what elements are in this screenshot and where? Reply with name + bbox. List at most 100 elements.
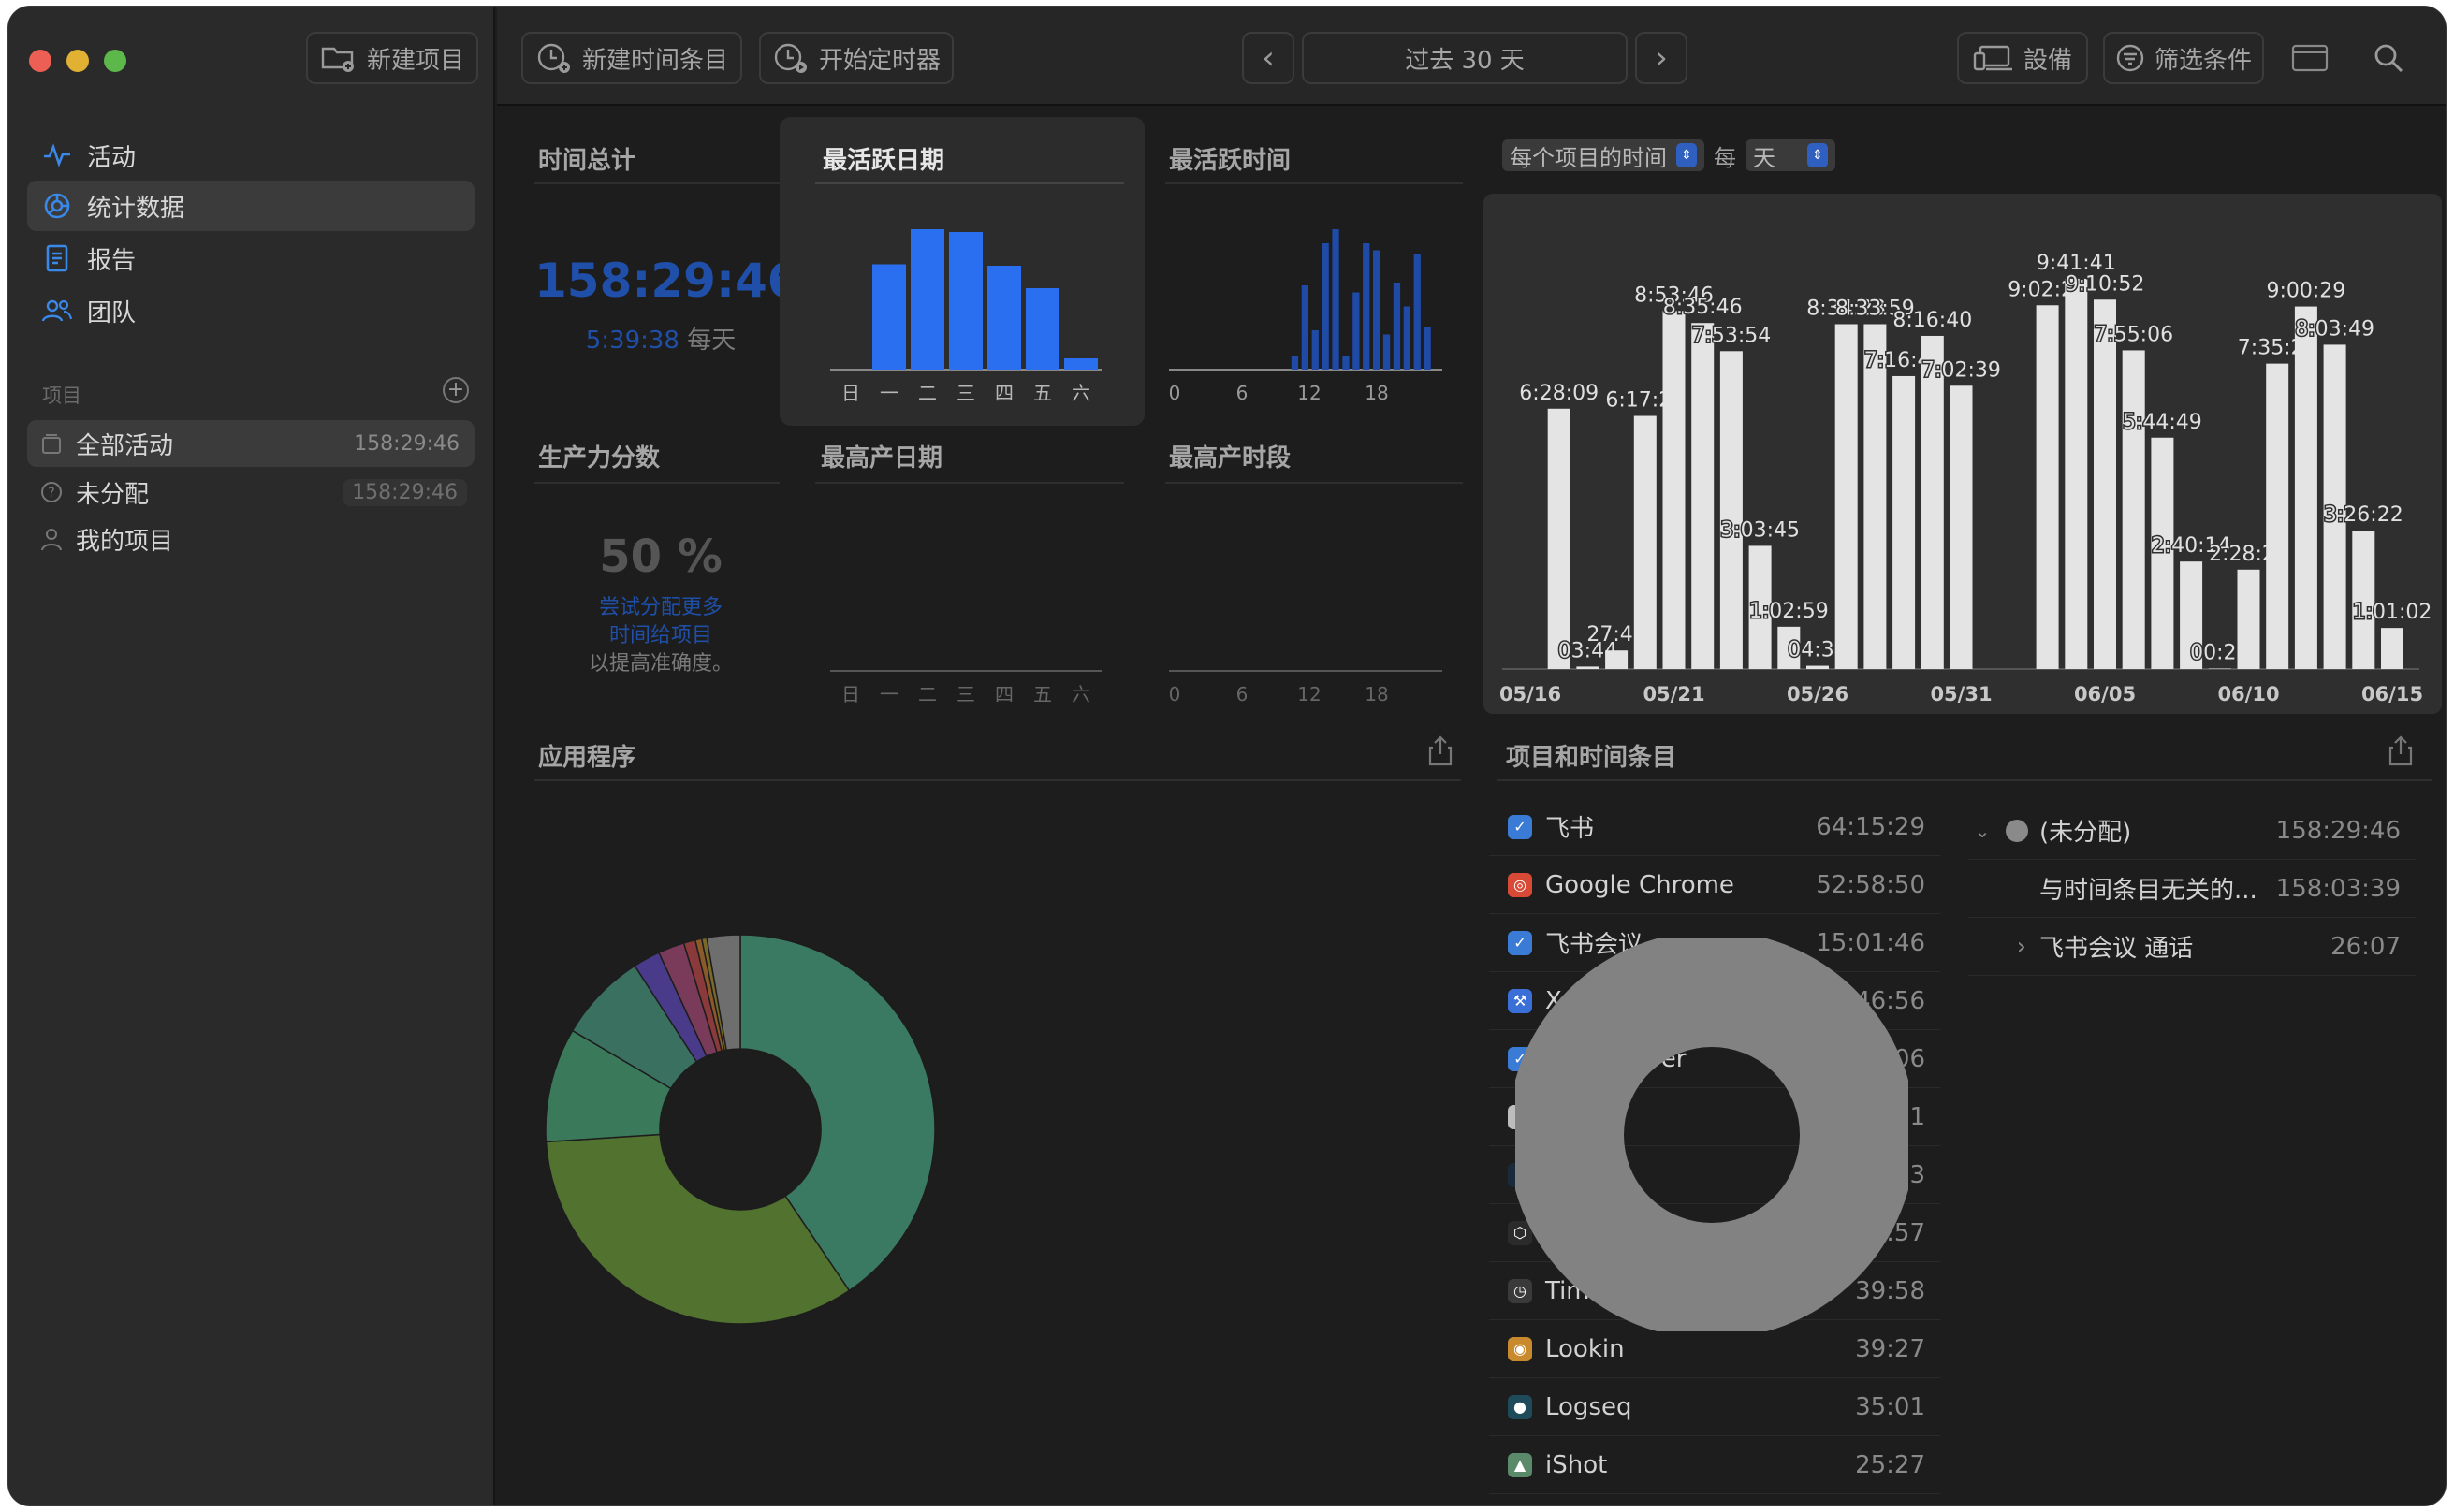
sidebar-item-unassigned[interactable]: ? 未分配 158:29:46 [27, 469, 475, 516]
app-row[interactable]: ◎ Google Chrome 52:58:50 [1489, 856, 1940, 914]
activity-icon [40, 143, 74, 167]
date-bar[interactable] [2036, 305, 2059, 669]
date-bar[interactable] [1547, 408, 1570, 669]
date-range-label: 过去 30 天 [1405, 46, 1525, 75]
weekday-bar [1064, 358, 1098, 370]
sidebar-item-my-projects[interactable]: 我的项目 [27, 516, 475, 562]
prev-range-button[interactable]: ‹ [1242, 32, 1294, 84]
project-time: 158:29:46 [354, 431, 460, 456]
weekday-tick-label: 五 [1033, 382, 1052, 404]
weekday-tick-label: 二 [918, 382, 937, 404]
sidebar-item-team[interactable]: 团队 [27, 285, 475, 336]
sidebar-item-stats[interactable]: 统计数据 [27, 181, 475, 231]
sidebar-item-all-activity[interactable]: 全部活动 158:29:46 [27, 420, 475, 467]
add-project-icon[interactable]: + [443, 377, 469, 403]
app-pie-slice[interactable] [545, 1133, 851, 1325]
date-bar[interactable] [2266, 363, 2289, 669]
stats-icon [40, 192, 74, 220]
weekday-tick-label: 四 [995, 683, 1014, 705]
project-row-unassigned[interactable]: ⌄ (未分配) 158:29:46 [1968, 802, 2416, 860]
per-label: 每 [1714, 144, 1736, 171]
project-row-unrelated[interactable]: 与时间条目无关的... 158:03:39 [1968, 860, 2416, 918]
date-bar[interactable] [1834, 324, 1858, 669]
date-bar[interactable] [1691, 323, 1715, 669]
share-icon[interactable] [1427, 734, 1453, 770]
bar-value-label: 7:55:06 [2094, 323, 2173, 346]
new-project-button[interactable]: 新建项目 [306, 32, 478, 84]
app-icon: ▲ [1508, 1452, 1532, 1477]
date-bar[interactable] [1806, 665, 1829, 669]
date-bar[interactable] [1633, 415, 1657, 669]
unit-select[interactable]: 天 ⇕ [1746, 139, 1835, 171]
most-active-day-card[interactable]: 最活跃日期 日一二三四五六 [780, 117, 1145, 426]
date-bar[interactable] [1950, 385, 1973, 669]
date-bar[interactable] [2094, 299, 2116, 669]
select-stepper-icon: ⇕ [1807, 143, 1828, 167]
project-name: 飞书会议 通话 [2039, 935, 2194, 963]
project-time: 158:29:46 [2275, 816, 2401, 845]
hour-tick-label: 0 [1169, 683, 1180, 705]
date-bar[interactable] [1719, 351, 1743, 669]
app-name: Lookin [1545, 1334, 1625, 1363]
total-time-value: 158:29:46 [534, 254, 800, 308]
app-icon: ◎ [1508, 872, 1532, 897]
new-time-entry-button[interactable]: 新建时间条目 [521, 32, 742, 84]
most-active-day-chart: 日一二三四五六 [830, 229, 1102, 404]
date-bar[interactable] [2381, 628, 2403, 669]
search-button[interactable] [2359, 32, 2417, 84]
sidebar-item-report[interactable]: 报告 [27, 233, 475, 284]
hour-tick-label: 18 [1365, 683, 1388, 705]
close-window-button[interactable] [29, 50, 51, 72]
productivity-hint-link-2[interactable]: 时间给项目 [534, 622, 787, 650]
project-name: (未分配) [2039, 819, 2132, 847]
weekday-tick-label: 日 [841, 382, 860, 404]
productivity-hint-text: 以提高准确度。 [588, 652, 733, 676]
app-row[interactable]: ▲ iShot 25:27 [1489, 1436, 1940, 1494]
date-bar[interactable] [2352, 531, 2375, 669]
date-bar[interactable] [2294, 306, 2317, 669]
app-time: 52:58:50 [1816, 870, 1925, 899]
date-bar[interactable] [1576, 666, 1599, 669]
chevron-right-icon[interactable]: › [1968, 933, 2039, 961]
date-bar[interactable] [2237, 569, 2260, 669]
x-tick-label: 05/26 [1787, 683, 1848, 705]
date-range-display[interactable]: 过去 30 天 [1302, 32, 1628, 84]
chevron-left-icon: ‹ [1262, 39, 1275, 77]
project-color-dot [2006, 819, 2028, 842]
start-timer-label: 开始定时器 [818, 46, 941, 75]
start-timer-button[interactable]: 开始定时器 [759, 32, 954, 84]
devices-button[interactable]: 設備 [1957, 32, 2088, 84]
unassigned-icon: ? [35, 481, 68, 503]
hour-bar [1342, 356, 1350, 370]
most-productive-time-chart: 0 6 12 18 [1169, 670, 1442, 705]
app-row[interactable]: ✓ 飞书 64:15:29 [1489, 798, 1940, 856]
productivity-title: 生产力分数 [538, 444, 661, 472]
sidebar-item-activity[interactable]: 活动 [27, 130, 475, 181]
sidebar-item-label: 我的项目 [76, 527, 174, 556]
bar-value-label: 9:10:52 [2066, 272, 2145, 296]
project-time-select[interactable]: 每个项目的时间 ⇕ [1502, 139, 1704, 171]
date-bar[interactable] [2122, 350, 2145, 669]
toggle-panel-button[interactable] [2281, 32, 2339, 84]
share-icon[interactable] [2388, 734, 2414, 770]
date-bar[interactable] [1662, 311, 1686, 669]
date-bar[interactable] [1921, 335, 1944, 669]
app-row[interactable]: ● Logseq 35:01 [1489, 1378, 1940, 1436]
filter-label: 筛选条件 [2154, 46, 2252, 75]
minimize-window-button[interactable] [66, 50, 89, 72]
zoom-window-button[interactable] [104, 50, 126, 72]
most-active-time-chart: 0 6 12 18 [1169, 229, 1442, 404]
productivity-hint-link[interactable]: 尝试分配更多 [534, 594, 787, 622]
chevron-down-icon[interactable]: ⌄ [1968, 820, 1996, 842]
date-bar[interactable] [1892, 375, 1916, 669]
date-bar[interactable] [1605, 650, 1629, 669]
date-bar[interactable] [1863, 324, 1887, 669]
date-bar[interactable] [2065, 278, 2088, 669]
most-active-day-title: 最活跃日期 [823, 147, 945, 175]
x-tick-label: 05/31 [1930, 683, 1992, 705]
project-row-lark-meeting[interactable]: › 飞书会议 通话 26:07 [1968, 918, 2416, 976]
app-name: Google Chrome [1545, 870, 1734, 899]
next-range-button[interactable]: › [1635, 32, 1687, 84]
app-time: 35:01 [1855, 1392, 1925, 1421]
filter-button[interactable]: 筛选条件 [2103, 32, 2264, 84]
